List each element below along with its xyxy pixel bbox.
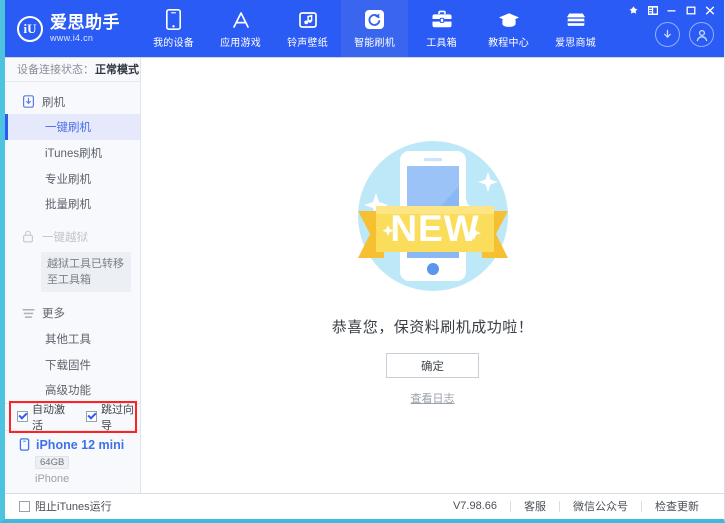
menu-icon[interactable] <box>644 3 661 17</box>
device-name: iPhone 12 mini <box>36 437 125 452</box>
tab-toolbox[interactable]: 工具箱 <box>408 0 475 57</box>
main-nav-tabs: 我的设备 应用游戏 铃声壁纸 智能刷机 工具箱 教程中心 爱思商城 <box>140 0 609 57</box>
customer-service-link[interactable]: 客服 <box>511 498 559 514</box>
appstore-icon <box>230 9 252 31</box>
app-body: 设备连接状态：正常模式 刷机 一键刷机 iTunes刷机 专业刷机 批量刷机 <box>5 57 724 493</box>
brand-name: 爱思助手 <box>50 12 120 32</box>
ringtone-icon <box>297 9 319 31</box>
sidebar-group-jailbreak: 一键越狱 <box>5 224 140 250</box>
sidebar-item-label: 一键刷机 <box>45 122 91 135</box>
status-bar: 阻止iTunes运行 V7.98.66 客服 微信公众号 检查更新 <box>5 493 724 518</box>
tab-label: 我的设备 <box>153 37 194 49</box>
tab-label: 爱思商城 <box>555 37 596 49</box>
i4-logo-icon: iU <box>17 15 43 42</box>
window-controls <box>625 3 718 17</box>
device-type: iPhone <box>35 472 70 485</box>
sidebar-group-title: 一键越狱 <box>42 231 88 244</box>
sidebar-item-label: 专业刷机 <box>45 173 91 186</box>
device-card[interactable]: iPhone 12 mini 64GB iPhone <box>5 429 140 493</box>
maximize-icon[interactable] <box>682 3 699 17</box>
device-capacity-badge: 64GB <box>35 455 70 469</box>
graduation-cap-icon <box>498 9 520 31</box>
sidebar-item-other-tools[interactable]: 其他工具 <box>5 326 140 352</box>
brand-logo-area: iU 爱思助手 www.i4.cn <box>5 0 140 57</box>
tab-label: 铃声壁纸 <box>287 37 328 49</box>
tab-my-device[interactable]: 我的设备 <box>140 0 207 57</box>
tab-tutorial-center[interactable]: 教程中心 <box>475 0 542 57</box>
phone-icon <box>163 9 185 31</box>
auto-activate-checkbox[interactable] <box>17 411 28 423</box>
tab-label: 工具箱 <box>426 37 457 49</box>
header-right-actions <box>655 22 714 47</box>
option-label: 跳过向导 <box>101 403 134 432</box>
option-label: 自动激活 <box>32 403 65 432</box>
phone-small-icon <box>17 438 31 452</box>
more-lines-icon <box>21 306 35 320</box>
wechat-official-link[interactable]: 微信公众号 <box>560 498 641 514</box>
tab-label: 智能刷机 <box>354 37 395 49</box>
sidebar-item-one-key-flash[interactable]: 一键刷机 <box>5 114 140 141</box>
block-itunes-label: 阻止iTunes运行 <box>35 501 112 513</box>
tab-smart-flash[interactable]: 智能刷机 <box>341 0 408 57</box>
app-header: iU 爱思助手 www.i4.cn 我的设备 应用游戏 铃声壁纸 智能刷机 工具… <box>5 0 724 57</box>
sidebar-item-label: iTunes刷机 <box>45 147 103 160</box>
close-icon[interactable] <box>701 3 718 17</box>
skin-icon[interactable] <box>625 3 642 17</box>
sidebar-item-label: 批量刷机 <box>45 199 91 212</box>
tab-label: 教程中心 <box>488 37 529 49</box>
sidebar-item-label: 其他工具 <box>45 333 91 346</box>
brand-url: www.i4.cn <box>50 32 94 43</box>
flash-device-icon <box>21 95 35 109</box>
user-circle-icon[interactable] <box>689 22 714 47</box>
sidebar-item-label: 高级功能 <box>45 385 91 398</box>
version-label: V7.98.66 <box>452 500 497 512</box>
check-update-link[interactable]: 检查更新 <box>642 498 712 514</box>
sidebar-group-title: 更多 <box>42 308 65 321</box>
main-content: NEW 恭喜您，保资料刷机成功啦！ 确定 查看日志 <box>141 58 724 493</box>
device-name-row: iPhone 12 mini <box>17 438 140 452</box>
toolbox-icon <box>431 9 453 31</box>
minimize-icon[interactable] <box>663 3 680 17</box>
tab-shop[interactable]: 爱思商城 <box>542 0 609 57</box>
download-circle-icon[interactable] <box>655 22 680 47</box>
sidebar-item-batch-flash[interactable]: 批量刷机 <box>5 191 140 217</box>
connection-status-label: 设备连接状态： <box>17 64 94 77</box>
sidebar-options-row: 自动激活 跳过向导 <box>5 400 140 433</box>
lock-icon <box>21 230 35 244</box>
block-itunes-checkbox[interactable] <box>19 500 30 512</box>
tab-apps-games[interactable]: 应用游戏 <box>207 0 274 57</box>
skip-wizard-checkbox[interactable] <box>86 411 97 423</box>
option-auto-activate[interactable]: 自动激活 <box>17 401 71 433</box>
tab-label: 应用游戏 <box>220 37 261 49</box>
confirm-button[interactable]: 确定 <box>386 353 479 378</box>
view-log-link[interactable]: 查看日志 <box>411 390 455 406</box>
status-bar-right: V7.98.66 客服 微信公众号 检查更新 <box>440 498 712 514</box>
svg-text:NEW: NEW <box>390 208 479 249</box>
connection-status-value: 正常模式 <box>95 64 139 77</box>
sidebar-item-label: 下载固件 <box>45 359 91 372</box>
brand-text: 爱思助手 www.i4.cn <box>50 14 120 43</box>
block-itunes-option[interactable]: 阻止iTunes运行 <box>19 498 112 514</box>
sidebar-group-more: 更多 <box>5 301 140 327</box>
new-badge-phone-illustration: NEW <box>318 126 548 306</box>
shop-icon <box>565 9 587 31</box>
sidebar-item-pro-flash[interactable]: 专业刷机 <box>5 166 140 192</box>
refresh-icon <box>364 9 386 31</box>
option-skip-wizard[interactable]: 跳过向导 <box>86 401 140 433</box>
jailbreak-moved-tooltip: 越狱工具已转移至工具箱 <box>41 251 131 292</box>
sidebar-item-download-firmware[interactable]: 下载固件 <box>5 352 140 378</box>
sidebar-group-flash: 刷机 <box>5 89 140 115</box>
sidebar: 设备连接状态：正常模式 刷机 一键刷机 iTunes刷机 专业刷机 批量刷机 <box>5 58 141 493</box>
connection-status: 设备连接状态： 正常模式 <box>5 58 140 82</box>
app-window: iU 爱思助手 www.i4.cn 我的设备 应用游戏 铃声壁纸 智能刷机 工具… <box>0 0 725 523</box>
sidebar-group-title: 刷机 <box>42 96 65 109</box>
sidebar-item-itunes-flash[interactable]: iTunes刷机 <box>5 140 140 166</box>
success-message: 恭喜您，保资料刷机成功啦！ <box>331 319 534 336</box>
tab-ringtones-wallpapers[interactable]: 铃声壁纸 <box>274 0 341 57</box>
sidebar-item-advanced-features[interactable]: 高级功能 <box>5 377 140 403</box>
